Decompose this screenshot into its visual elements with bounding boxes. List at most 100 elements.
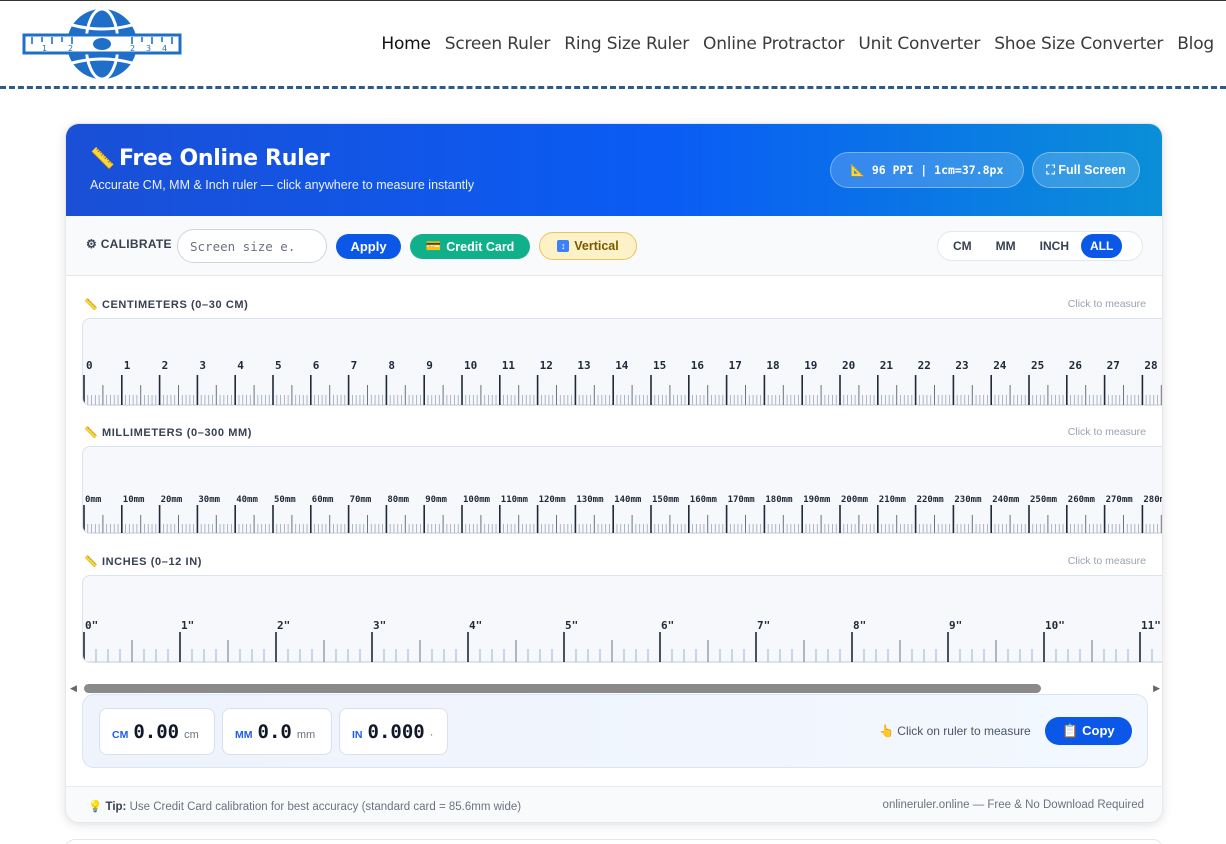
svg-cm-label: 27 [1107, 359, 1120, 372]
svg-cm-label: 6 [313, 359, 320, 372]
scroll-right-icon[interactable]: ▶ [1153, 683, 1160, 694]
svg-cm-label: 4 [237, 359, 244, 372]
svg-in-label: 10" [1045, 619, 1065, 632]
inch-ruler[interactable]: 0" 1" 2" 3" 4" 5" 6" 7" 8" 9" 10" 11" [82, 575, 1162, 663]
unit-cm[interactable]: CM [941, 234, 984, 258]
svg-cm-label: 5 [275, 359, 282, 372]
nav-blog[interactable]: Blog [1177, 34, 1214, 54]
svg-mm-label: 0mm [85, 495, 102, 505]
vertical-label: Vertical [574, 239, 619, 253]
svg-mm-label: 170mm [728, 495, 756, 505]
svg-cm-label: 16 [691, 359, 705, 372]
site-logo[interactable]: 1 2 2 3 4 [22, 7, 182, 81]
mm-readout-unit: MM [235, 728, 253, 741]
ruler-card: 📏 Free Online Ruler Accurate CM, MM & In… [65, 123, 1163, 823]
unit-toggle: CM MM INCH ALL [937, 231, 1143, 261]
cm-ruler[interactable]: 0 1 2 3 4 5 6 7 8 9 10 11 12 13 14 15 16 17 18 19 20 21 22 23 24… [82, 318, 1162, 406]
apply-button[interactable]: Apply [336, 234, 401, 259]
svg-in-label: 1" [181, 619, 194, 632]
svg-cm-label: 3 [199, 359, 206, 372]
svg-in-label: 6" [661, 619, 674, 632]
nav-ring-size-ruler[interactable]: Ring Size Ruler [564, 34, 689, 54]
credit-card-label: Credit Card [446, 239, 515, 254]
svg-cm-label: 26 [1069, 359, 1083, 372]
cm-readout: CM 0.00 cm [99, 708, 215, 755]
unit-inch[interactable]: INCH [1028, 234, 1081, 258]
credit-card-button[interactable]: 💳 Credit Card [410, 234, 530, 259]
copy-button[interactable]: 📋 Copy [1045, 717, 1132, 745]
inch-ruler-title: 📏 INCHES (0–12 IN) [84, 556, 203, 568]
tip-footer: 💡 Tip: Use Credit Card calibration for b… [66, 786, 1162, 822]
unit-all[interactable]: ALL [1081, 234, 1123, 258]
fullscreen-button[interactable]: ⛶ Full Screen [1032, 152, 1140, 188]
screen-size-input[interactable] [177, 229, 327, 263]
mm-ruler[interactable]: 0mm 10mm 20mm 30mm 40mm 50mm 60mm 70mm 80mm 90mm 1… [82, 446, 1163, 534]
scroll-left-icon[interactable]: ◀ [70, 683, 77, 694]
logo-tick-4: 4 [162, 44, 167, 53]
svg-in-label: 5" [565, 619, 578, 632]
svg-mm-label: 60mm [312, 495, 334, 505]
main-nav: Home Screen Ruler Ring Size Ruler Online… [381, 34, 1214, 54]
svg-mm-label: 140mm [614, 495, 642, 505]
ruler-icon: 📏 [90, 148, 115, 170]
svg-mm-label: 270mm [1106, 495, 1134, 505]
svg-mm-label: 110mm [501, 495, 529, 505]
inch-ruler-hint: Click to measure [1067, 555, 1146, 567]
nav-online-protractor[interactable]: Online Protractor [703, 34, 844, 54]
cm-ruler-title: 📏 CENTIMETERS (0–30 CM) [84, 299, 249, 311]
logo-tick-3: 3 [146, 44, 151, 53]
svg-mm-label: 90mm [425, 495, 447, 505]
svg-cm-label: 17 [729, 359, 742, 372]
nav-home[interactable]: Home [381, 34, 431, 54]
calibrate-label: ⚙ CALIBRATE [86, 237, 172, 251]
svg-mm-label: 260mm [1068, 495, 1096, 505]
next-card [65, 839, 1163, 844]
svg-mm-label: 20mm [161, 495, 183, 505]
nav-shoe-size-converter[interactable]: Shoe Size Converter [994, 34, 1163, 54]
svg-in-label: 0" [85, 619, 98, 632]
svg-mm-label: 220mm [917, 495, 945, 505]
svg-cm-label: 13 [577, 359, 590, 372]
svg-mm-label: 80mm [387, 495, 409, 505]
credit-card-icon: 💳 [425, 239, 442, 253]
svg-cm-label: 2 [162, 359, 169, 372]
svg-mm-label: 10mm [123, 495, 145, 505]
svg-cm-label: 28 [1144, 359, 1157, 372]
measurement-panel: CM 0.00 cm MM 0.0 mm IN 0.000 · 👆 Click … [82, 694, 1148, 768]
svg-mm-label: 160mm [690, 495, 718, 505]
controls-bar: ⚙ CALIBRATE Apply 💳 Credit Card ↕ Vertic… [66, 216, 1162, 276]
svg-mm-label: 210mm [879, 495, 907, 505]
svg-mm-label: 190mm [803, 495, 831, 505]
svg-cm-label: 9 [426, 359, 433, 372]
svg-cm-label: 14 [615, 359, 629, 372]
svg-mm-label: 70mm [350, 495, 372, 505]
svg-cm-label: 1 [124, 359, 131, 372]
svg-cm-label: 15 [653, 359, 666, 372]
scrollbar-thumb[interactable] [84, 684, 1041, 693]
vertical-button[interactable]: ↕ Vertical [539, 232, 637, 260]
svg-in-label: 3" [373, 619, 386, 632]
svg-in-label: 4" [469, 619, 482, 632]
nav-screen-ruler[interactable]: Screen Ruler [445, 34, 551, 54]
cm-ruler-hint: Click to measure [1067, 298, 1146, 310]
svg-mm-label: 250mm [1030, 495, 1058, 505]
svg-cm-label: 18 [766, 359, 779, 372]
mm-readout: MM 0.0 mm [222, 708, 332, 755]
svg-mm-label: 240mm [992, 495, 1020, 505]
inch-readout-unit: IN [352, 728, 363, 741]
svg-cm-label: 22 [918, 359, 931, 372]
ppi-badge: 📐 96 PPI | 1cm=37.8px [830, 152, 1024, 188]
svg-in-label: 8" [853, 619, 866, 632]
unit-mm[interactable]: MM [984, 234, 1028, 258]
svg-in-label: 11" [1141, 619, 1161, 632]
svg-mm-label: 130mm [576, 495, 604, 505]
logo-tick-2b: 2 [130, 44, 135, 53]
inch-readout-value: 0.000 [367, 720, 425, 743]
nav-unit-converter[interactable]: Unit Converter [858, 34, 980, 54]
vertical-icon: ↕ [557, 240, 570, 252]
svg-cm-label: 24 [993, 359, 1007, 372]
svg-mm-label: 280mm [1143, 495, 1163, 505]
svg-mm-label: 230mm [954, 495, 982, 505]
tip-label: 💡 Tip: [88, 801, 127, 813]
hero-banner: 📏 Free Online Ruler Accurate CM, MM & In… [66, 124, 1162, 216]
